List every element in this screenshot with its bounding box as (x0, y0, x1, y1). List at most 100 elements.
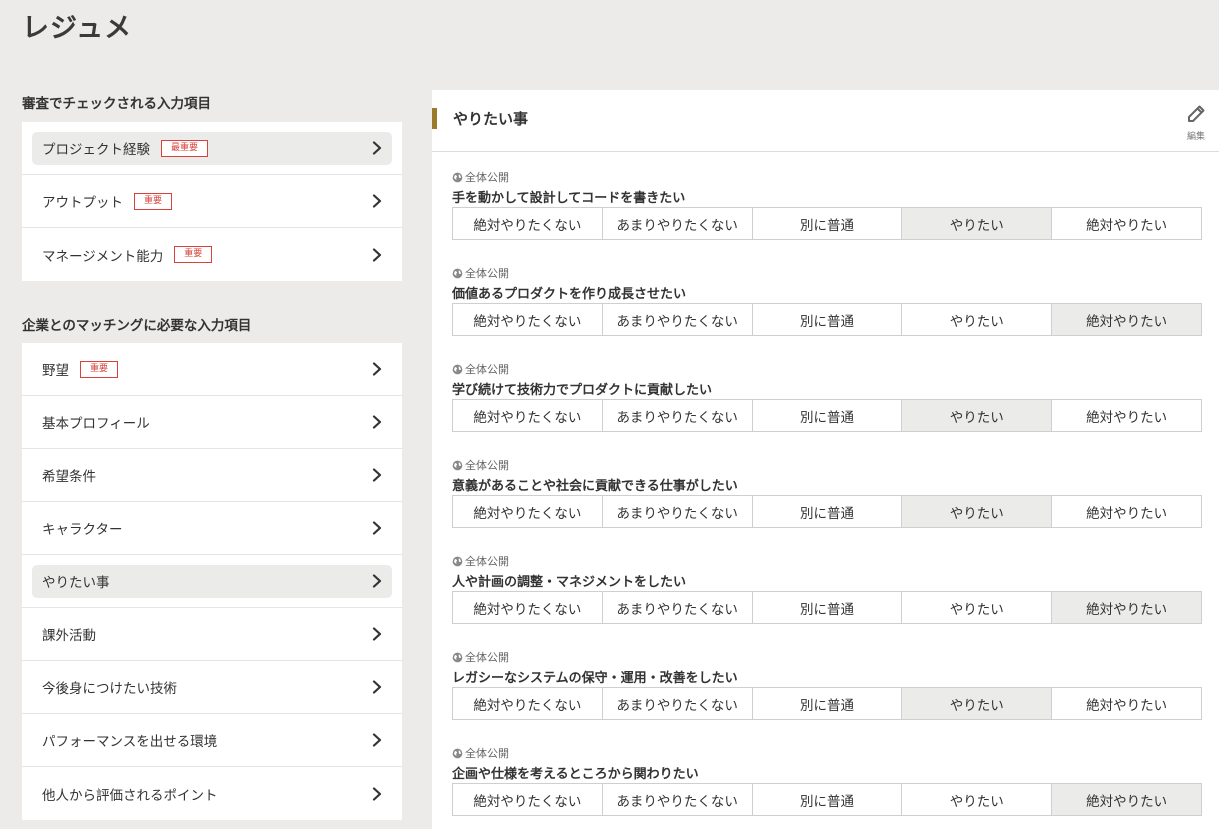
chevron-right-icon (372, 194, 382, 208)
rating-option[interactable]: やりたい (902, 496, 1053, 527)
visibility-label: 全体公開 (465, 747, 509, 760)
sidebar-item[interactable]: パフォーマンスを出せる環境 (22, 714, 402, 767)
rating-option[interactable]: あまりやりたくない (602, 688, 753, 719)
rating-option[interactable]: やりたい (902, 400, 1053, 431)
globe-icon (452, 748, 463, 758)
sidebar-item-label: マネージメント能力 (42, 248, 164, 265)
rating-option[interactable]: あまりやりたくない (602, 208, 753, 239)
sidebar-item-inner: キャラクター (32, 512, 392, 545)
rating-option[interactable]: 別に普通 (752, 208, 903, 239)
sidebar-item[interactable]: 今後身につけたい技術 (22, 661, 402, 714)
visibility-indicator: 全体公開 (452, 266, 1202, 280)
globe-icon (452, 364, 463, 374)
sidebar-item[interactable]: プロジェクト経験 最重要 (22, 122, 402, 175)
rating-option[interactable]: 絶対やりたい (1052, 400, 1201, 431)
rating-option[interactable]: 絶対やりたくない (453, 688, 603, 719)
panel-title-accent (432, 108, 437, 129)
importance-badge: 最重要 (161, 139, 209, 157)
rating-option[interactable]: 絶対やりたい (1052, 592, 1201, 623)
rating-option[interactable]: やりたい (902, 784, 1053, 815)
rating-option[interactable]: あまりやりたくない (602, 400, 753, 431)
pencil-icon (1188, 105, 1205, 122)
rating-option[interactable]: 別に普通 (752, 400, 903, 431)
section-heading-matching: 企業とのマッチングに必要な入力項目 (22, 318, 252, 334)
rating-option[interactable]: あまりやりたくない (602, 592, 753, 623)
visibility-indicator: 全体公開 (452, 746, 1202, 760)
rating-option[interactable]: 絶対やりたい (1052, 496, 1201, 527)
question-block: 全体公開 意義があることや社会に貢献できる仕事がしたい 絶対やりたくない あまりやりた… (452, 458, 1202, 528)
visibility-indicator: 全体公開 (452, 554, 1202, 568)
globe-icon (452, 652, 463, 662)
sidebar-item[interactable]: やりたい事 (22, 555, 402, 608)
visibility-label: 全体公開 (465, 267, 509, 280)
rating-option[interactable]: 別に普通 (752, 496, 903, 527)
sidebar-item-inner: プロジェクト経験 最重要 (32, 131, 392, 165)
rating-option[interactable]: 絶対やりたくない (453, 208, 603, 239)
visibility-label: 全体公開 (465, 171, 509, 184)
rating-option[interactable]: 絶対やりたい (1052, 688, 1201, 719)
chevron-right-icon (372, 362, 382, 376)
sidebar-item-inner: やりたい事 (32, 564, 392, 598)
rating-option[interactable]: やりたい (902, 688, 1053, 719)
sidebar-item-inner: 基本プロフィール (32, 406, 392, 439)
importance-badge: 重要 (174, 246, 213, 263)
sidebar-item-inner: 他人から評価されるポイント (32, 777, 392, 810)
sidebar-item[interactable]: 基本プロフィール (22, 396, 402, 449)
rating-option[interactable]: 絶対やりたくない (453, 496, 603, 527)
chevron-right-icon (372, 468, 382, 482)
sidebar-item-inner: 希望条件 (32, 459, 392, 492)
rating-option[interactable]: 別に普通 (752, 784, 903, 815)
sidebar-item-inner: 野望 重要 (32, 353, 392, 386)
rating-option[interactable]: やりたい (902, 208, 1053, 239)
sidebar-item-label: 課外活動 (42, 628, 96, 644)
sidebar-item[interactable]: キャラクター (22, 502, 402, 555)
rating-options: 絶対やりたくない あまりやりたくない 別に普通 やりたい 絶対やりたい (452, 303, 1202, 336)
globe-icon (452, 268, 463, 278)
chevron-right-icon (372, 521, 382, 535)
rating-options: 絶対やりたくない あまりやりたくない 別に普通 やりたい 絶対やりたい (452, 399, 1202, 432)
chevron-right-icon (372, 733, 382, 747)
globe-icon (452, 172, 463, 182)
visibility-indicator: 全体公開 (452, 650, 1202, 664)
rating-option[interactable]: 絶対やりたい (1052, 784, 1201, 815)
nav-card-matching: 野望 重要基本プロフィール 希望条件キャラクター やりたい事課外活動今後身につけたい技… (22, 343, 402, 820)
sidebar-item[interactable]: 課外活動 (22, 608, 402, 661)
sidebar-item[interactable]: 他人から評価されるポイント (22, 767, 402, 820)
rating-option[interactable]: 絶対やりたくない (453, 784, 603, 815)
sidebar-item-label: 今後身につけたい技術 (42, 681, 177, 697)
rating-option[interactable]: 別に普通 (752, 688, 903, 719)
visibility-indicator: 全体公開 (452, 362, 1202, 376)
sidebar-item[interactable]: 希望条件 (22, 449, 402, 502)
sidebar-item[interactable]: 野望 重要 (22, 343, 402, 396)
rating-option[interactable]: やりたい (902, 592, 1053, 623)
rating-option[interactable]: 別に普通 (752, 304, 903, 335)
question-block: 全体公開 企画や仕様を考えるところから関わりたい 絶対やりたくない あまりやりたくない… (452, 746, 1202, 816)
rating-option[interactable]: 絶対やりたい (1052, 304, 1201, 335)
rating-option[interactable]: あまりやりたくない (602, 496, 753, 527)
sidebar-item-inner: 今後身につけたい技術 (32, 671, 392, 704)
rating-option[interactable]: 絶対やりたくない (453, 592, 603, 623)
rating-option[interactable]: 絶対やりたい (1052, 208, 1201, 239)
sidebar-item[interactable]: アウトプット 重要 (22, 175, 402, 228)
rating-options: 絶対やりたくない あまりやりたくない 別に普通 やりたい 絶対やりたい (452, 495, 1202, 528)
rating-option[interactable]: あまりやりたくない (602, 784, 753, 815)
question-block: 全体公開 価値あるプロダクトを作り成長させたい 絶対やりたくない あまりやりたくない別… (452, 266, 1202, 336)
rating-option[interactable]: 絶対やりたくない (453, 400, 603, 431)
sidebar-item-inner: 課外活動 (32, 618, 392, 651)
rating-option[interactable]: あまりやりたくない (602, 304, 753, 335)
visibility-label: 全体公開 (465, 651, 509, 664)
edit-button[interactable]: 編集 (1185, 104, 1207, 142)
panel-title: やりたい事 (453, 110, 529, 128)
chevron-right-icon (372, 627, 382, 641)
sidebar-item[interactable]: マネージメント能力 重要 (22, 228, 402, 281)
question-title: レガシーなシステムの保守・運用・改善をしたい (452, 671, 738, 686)
visibility-label: 全体公開 (465, 363, 509, 376)
rating-option[interactable]: 絶対やりたくない (453, 304, 603, 335)
rating-option[interactable]: 別に普通 (752, 592, 903, 623)
rating-option[interactable]: やりたい (902, 304, 1053, 335)
main-panel: やりたい事 編集 全体公開 手を動かして設計してコードを書きたい 絶対やりたくないあ… (432, 90, 1219, 829)
chevron-right-icon (372, 141, 382, 155)
nav-card-screening: プロジェクト経験 最重要 アウトプット 重要 マネージメント能力 重要 (22, 122, 402, 281)
rating-options: 絶対やりたくない あまりやりたくない 別に普通 やりたい 絶対やりたい (452, 783, 1202, 816)
question-block: 全体公開 手を動かして設計してコードを書きたい 絶対やりたくない あまりやりたくない別… (452, 170, 1202, 240)
